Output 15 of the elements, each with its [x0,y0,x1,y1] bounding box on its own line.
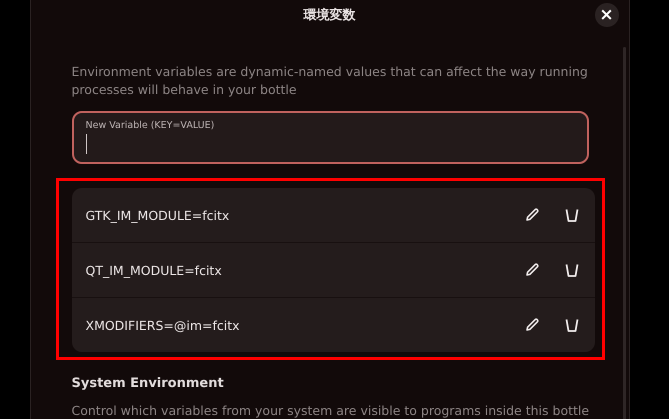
variable-text: QT_IM_MODULE=fcitx [86,262,223,278]
close-button[interactable]: × [594,3,618,27]
section-title: System Environment [72,376,225,391]
variable-text: XMODIFIERS=@im=fcitx [86,318,241,332]
pencil-icon [524,207,540,223]
new-variable-field[interactable]: New Variable (KEY=VALUE) [72,111,588,164]
trash-icon [564,317,580,333]
trash-icon [564,262,580,278]
dialog-title: 環境変数 [304,6,356,24]
pencil-icon [524,317,540,333]
variable-text: GTK_IM_MODULE=fcitx [86,208,230,222]
section-description: Control which variables from your system are visible to programs inside this bottle [72,403,588,418]
trash-icon [564,207,580,223]
description-text: Environment variables are dynamic-named values that can affect the way running processes will behave in your bottle [72,63,588,99]
pencil-icon [524,262,540,278]
